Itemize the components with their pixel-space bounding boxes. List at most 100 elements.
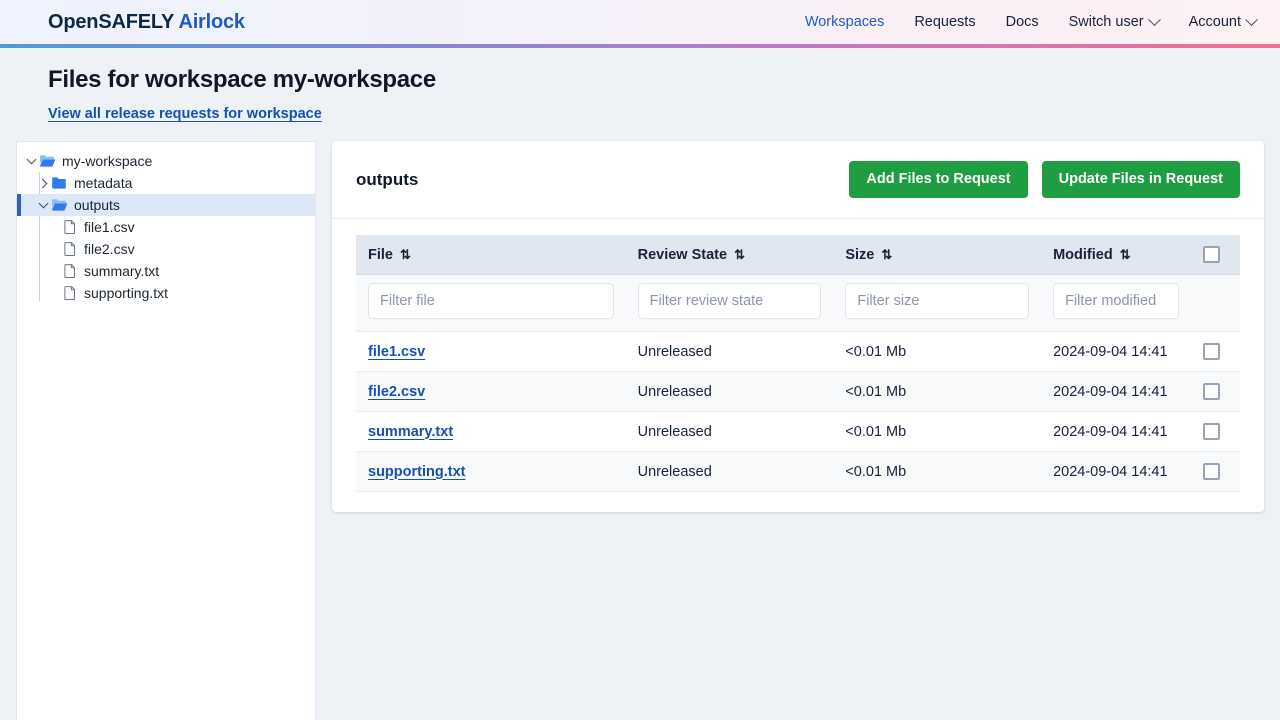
nav-link-switch-user-label: Switch user [1068,14,1144,30]
cell-select [1191,331,1240,372]
nav-link-account-label: Account [1188,14,1241,30]
column-header-modified: Modified ⇅ [1041,235,1192,275]
cell-select [1191,451,1240,492]
tree-row-file2-csv[interactable]: file2.csv [17,238,315,260]
body-layout: my-workspace metadata outputs file1.csv … [0,141,1280,720]
nav-link-requests[interactable]: Requests [914,14,975,30]
file-icon [64,286,75,300]
primary-nav: Workspaces Requests Docs Switch user Acc… [805,12,1258,30]
tree-row-summary-txt[interactable]: summary.txt [17,260,315,282]
tree-node-my-workspace: my-workspace metadata outputs file1.csv … [17,150,315,304]
sort-icon-modified[interactable]: ⇅ [1120,248,1131,261]
table-row[interactable]: supporting.txt Unreleased <0.01 Mb 2024-… [356,451,1240,492]
cell-file: file1.csv [356,331,626,372]
tree-row-outputs[interactable]: outputs [17,194,315,216]
tree-label-outputs: outputs [74,197,120,213]
card-title: outputs [356,169,419,189]
tree-label-file: file1.csv [84,219,135,235]
tree-node-file: file1.csv [17,216,315,238]
column-label-size: Size [845,246,875,263]
cell-review-state: Unreleased [625,451,834,492]
nav-link-workspaces-label: Workspaces [804,14,885,30]
page-title: Files for workspace my-workspace [48,66,436,93]
tree-label-file: summary.txt [84,263,160,279]
select-all-checkbox[interactable] [1203,246,1221,263]
brand-name-accent: Airlock [178,10,245,33]
brand-name-main: OpenSAFELY [48,10,174,33]
filter-row [356,274,1240,332]
table-row[interactable]: file1.csv Unreleased <0.01 Mb 2024-09-04… [356,331,1240,372]
file-link[interactable]: supporting.txt [368,464,465,480]
cell-review-state: Unreleased [625,371,834,412]
files-table: File ⇅ Review State ⇅ Size ⇅ Modified ⇅ … [356,235,1240,492]
sort-icon-file[interactable]: ⇅ [400,248,411,261]
update-files-in-request-button[interactable]: Update Files in Request [1041,161,1240,198]
cell-review-state: Unreleased [625,331,834,372]
file-icon [64,220,75,234]
filter-cell-modified [1041,274,1192,332]
row-checkbox[interactable] [1203,343,1221,360]
sort-icon-size[interactable]: ⇅ [881,248,892,261]
view-all-release-requests-link[interactable]: View all release requests for workspace [48,106,322,122]
file-link[interactable]: file1.csv [368,344,425,360]
nav-link-switch-user[interactable]: Switch user [1068,12,1161,30]
chevron-down-icon[interactable] [35,197,51,213]
column-header-review-state: Review State ⇅ [625,235,834,275]
tree-node-file: file2.csv [17,238,315,260]
chevron-down-icon[interactable] [23,153,39,169]
chevron-right-icon[interactable] [35,175,51,191]
nav-link-workspaces[interactable]: Workspaces [805,14,885,30]
tree-row-file1-csv[interactable]: file1.csv [17,216,315,238]
filter-input-size[interactable] [845,283,1030,319]
cell-modified: 2024-09-04 14:41 [1041,451,1192,492]
files-card: outputs Add Files to Request Update File… [332,141,1264,512]
cell-size: <0.01 Mb [833,411,1042,452]
cell-modified: 2024-09-04 14:41 [1041,371,1192,412]
filter-cell-size [833,274,1042,332]
main-content: outputs Add Files to Request Update File… [332,141,1264,512]
tree-row-supporting-txt[interactable]: supporting.txt [17,282,315,304]
nav-link-account[interactable]: Account [1188,12,1258,30]
filter-input-file[interactable] [368,283,614,319]
cell-file: supporting.txt [356,451,626,492]
table-row[interactable]: summary.txt Unreleased <0.01 Mb 2024-09-… [356,411,1240,452]
table-row[interactable]: file2.csv Unreleased <0.01 Mb 2024-09-04… [356,371,1240,412]
tree-node-file: supporting.txt [17,282,315,304]
nav-link-requests-label: Requests [914,14,976,30]
folder-open-icon [52,199,68,211]
top-navbar: OpenSAFELY Airlock Workspaces Requests D… [0,0,1280,44]
column-label-review-state: Review State [637,246,728,263]
tree-node-metadata: metadata [17,172,315,194]
page-header: Files for workspace my-workspace View al… [0,48,1280,123]
file-link[interactable]: summary.txt [368,424,453,440]
tree-label-my-workspace: my-workspace [62,153,153,169]
add-files-to-request-button[interactable]: Add Files to Request [849,161,1028,198]
column-header-size: Size ⇅ [833,235,1042,275]
filter-input-modified[interactable] [1053,283,1180,319]
filter-input-review-state[interactable] [637,283,822,319]
files-card-header: outputs Add Files to Request Update File… [332,141,1264,219]
row-checkbox[interactable] [1203,423,1221,440]
tree-label-file: file2.csv [84,241,135,257]
cell-file: file2.csv [356,371,626,412]
cell-review-state: Unreleased [625,411,834,452]
brand-logo[interactable]: OpenSAFELY Airlock [48,11,245,34]
filter-cell-empty [1191,274,1240,332]
tree-row-my-workspace[interactable]: my-workspace [17,150,315,172]
tree-children-my-workspace: metadata outputs file1.csv file2.csv sum… [17,172,315,304]
nav-link-docs[interactable]: Docs [1006,14,1039,30]
tree-label-metadata: metadata [74,175,133,191]
files-table-filters [356,274,1240,332]
cell-size: <0.01 Mb [833,331,1042,372]
sort-icon-review-state[interactable]: ⇅ [734,248,745,261]
folder-closed-icon [52,177,66,189]
nav-link-docs-label: Docs [1005,14,1039,30]
file-tree: my-workspace metadata outputs file1.csv … [17,150,315,304]
tree-row-metadata[interactable]: metadata [17,172,315,194]
chevron-down-icon [1147,12,1161,26]
tree-label-file: supporting.txt [84,285,169,301]
row-checkbox[interactable] [1203,383,1221,400]
file-link[interactable]: file2.csv [368,384,425,400]
column-label-file: File [368,246,393,263]
row-checkbox[interactable] [1203,463,1221,480]
